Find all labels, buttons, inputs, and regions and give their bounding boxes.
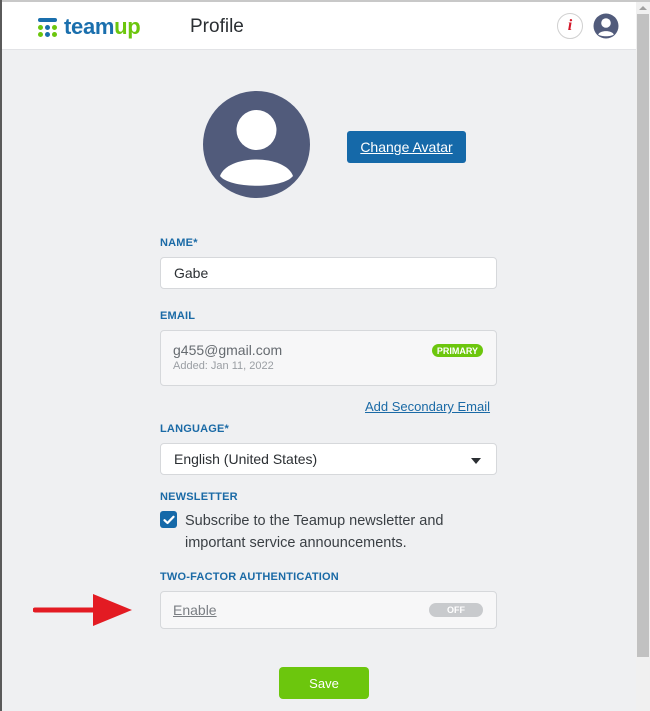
name-input[interactable]: Gabe <box>160 257 497 289</box>
save-button[interactable]: Save <box>279 667 369 699</box>
name-label: NAME* <box>160 237 198 249</box>
add-secondary-email-link[interactable]: Add Secondary Email <box>365 399 490 414</box>
two-factor-toggle[interactable]: OFF <box>429 603 483 617</box>
page-title: Profile <box>190 16 244 37</box>
scrollbar-thumb[interactable] <box>637 14 649 657</box>
vertical-scrollbar[interactable] <box>636 2 650 711</box>
checkmark-icon <box>162 515 175 524</box>
primary-email-box: g455@gmail.com Added: Jan 11, 2022 PRIMA… <box>160 330 497 386</box>
user-avatar-icon <box>203 91 310 198</box>
change-avatar-button[interactable]: Change Avatar <box>347 131 466 163</box>
two-factor-box: Enable OFF <box>160 591 497 629</box>
info-icon[interactable]: i <box>557 13 583 39</box>
newsletter-checkbox[interactable] <box>160 511 177 528</box>
language-select[interactable]: English (United States) <box>160 443 497 475</box>
logo-wordmark: teamup <box>64 14 141 40</box>
name-input-value: Gabe <box>174 265 209 281</box>
app-header: teamup Profile i <box>2 2 636 50</box>
teamup-logo[interactable]: teamup <box>37 14 141 40</box>
newsletter-description: Subscribe to the Teamup newsletter and i… <box>185 513 444 551</box>
newsletter-label: NEWSLETTER <box>160 491 238 503</box>
language-label: LANGUAGE* <box>160 423 230 435</box>
teamup-logo-icon <box>37 16 59 38</box>
two-factor-enable-link[interactable]: Enable <box>173 602 217 618</box>
primary-badge: PRIMARY <box>431 344 483 357</box>
email-added-date: Added: Jan 11, 2022 <box>173 360 274 372</box>
two-factor-label: TWO-FACTOR AUTHENTICATION <box>160 571 339 583</box>
red-arrow-annotation-icon <box>32 593 133 627</box>
logo-text-team: team <box>64 14 115 39</box>
user-account-icon[interactable] <box>593 13 619 39</box>
email-label: EMAIL <box>160 310 196 322</box>
language-selected-value: English (United States) <box>174 451 318 467</box>
logo-text-up: up <box>114 14 141 39</box>
window-left-border <box>0 0 2 711</box>
scroll-up-arrow-icon[interactable] <box>636 2 650 14</box>
chevron-down-icon <box>471 458 481 464</box>
email-address: g455@gmail.com <box>173 342 283 358</box>
